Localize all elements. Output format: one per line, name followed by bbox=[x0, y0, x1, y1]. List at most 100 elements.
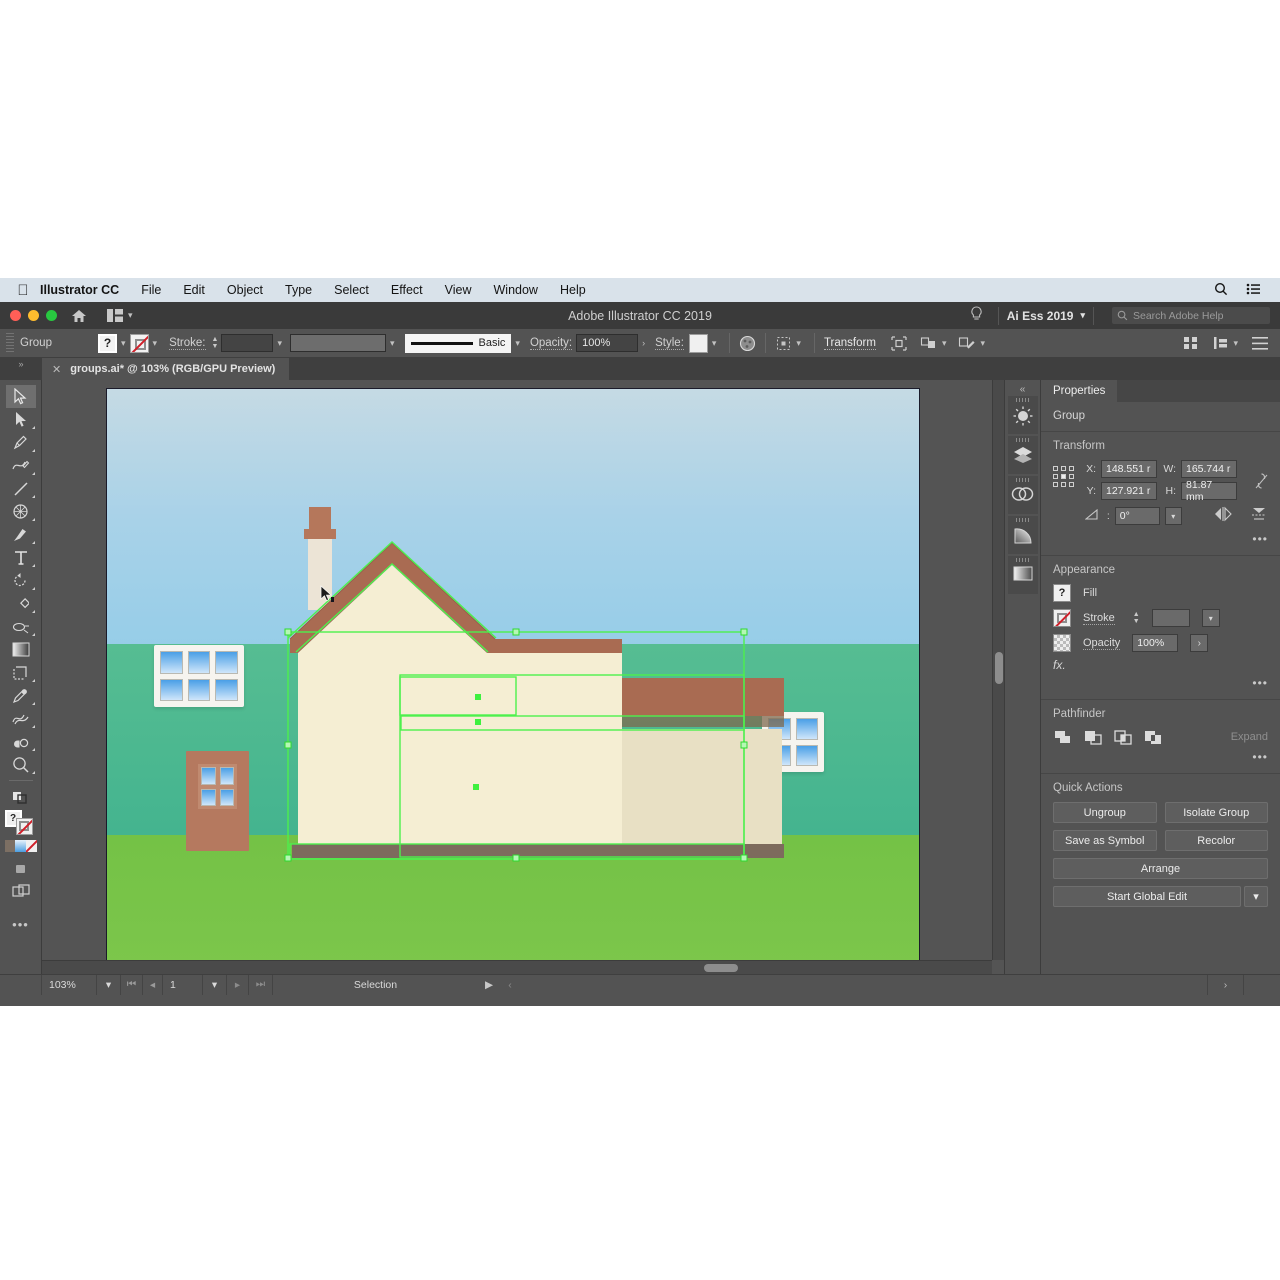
artboard-number-input[interactable]: 1 bbox=[163, 974, 203, 995]
appearance-stroke-input[interactable] bbox=[1151, 609, 1190, 627]
intersect-icon[interactable] bbox=[1113, 728, 1133, 746]
properties-panel-icon[interactable] bbox=[1007, 396, 1038, 434]
zoom-level-input[interactable]: 103% bbox=[42, 974, 97, 995]
play-icon[interactable]: ▶ bbox=[478, 975, 500, 995]
selection-tool[interactable] bbox=[5, 385, 36, 408]
lightbulb-icon[interactable] bbox=[964, 306, 990, 325]
blend-tool[interactable] bbox=[6, 707, 36, 730]
transform-panel-button[interactable]: Transform bbox=[823, 337, 876, 350]
color-icon[interactable] bbox=[4, 840, 16, 852]
artboard-house-illustration[interactable] bbox=[106, 388, 920, 960]
type-tool[interactable] bbox=[6, 546, 36, 569]
stroke-variable-width-field[interactable] bbox=[289, 334, 386, 352]
swatches-panel-icon[interactable] bbox=[1007, 556, 1038, 594]
reference-point-selector[interactable] bbox=[1053, 466, 1074, 487]
close-icon[interactable]: ✕ bbox=[52, 363, 61, 376]
align-objects-icon[interactable] bbox=[1183, 335, 1199, 351]
eyedropper-tool[interactable] bbox=[6, 684, 36, 707]
zoom-chevron-down-icon[interactable]: ▾ bbox=[97, 974, 121, 995]
help-search-field[interactable]: Search Adobe Help bbox=[1112, 307, 1270, 324]
exclude-icon[interactable] bbox=[1143, 728, 1163, 746]
x-input[interactable]: 148.551 r bbox=[1101, 460, 1157, 478]
distribute-objects-icon[interactable] bbox=[1213, 335, 1229, 351]
menu-select[interactable]: Select bbox=[323, 283, 380, 297]
unite-icon[interactable] bbox=[1053, 728, 1073, 746]
transform-more-options-icon[interactable]: ••• bbox=[1053, 532, 1268, 546]
menu-object[interactable]: Object bbox=[216, 283, 274, 297]
stroke-weight-stepper[interactable]: ▲ ▼ bbox=[1133, 611, 1140, 625]
opacity-input[interactable]: 100% bbox=[576, 334, 639, 352]
stroke-chevron-down-icon[interactable]: ▾ bbox=[149, 338, 162, 349]
arrange-button[interactable]: Arrange bbox=[1053, 858, 1268, 879]
more-options-icon[interactable]: ••• bbox=[6, 913, 36, 936]
document-tab[interactable]: ✕ groups.ai* @ 103% (RGB/GPU Preview) bbox=[42, 358, 290, 380]
screen-mode-icon[interactable] bbox=[6, 880, 36, 903]
isolate-group-button[interactable]: Isolate Group bbox=[1164, 802, 1268, 823]
isolate-selected-object-icon[interactable] bbox=[890, 335, 908, 352]
appearance-stroke-label[interactable]: Stroke bbox=[1083, 612, 1115, 625]
shaper-tool[interactable] bbox=[6, 500, 36, 523]
menu-effect[interactable]: Effect bbox=[380, 283, 434, 297]
stroke-weight-chevron-down-icon[interactable]: ▾ bbox=[273, 338, 286, 349]
control-center-icon[interactable] bbox=[1237, 283, 1270, 298]
flip-vertical-icon[interactable] bbox=[1250, 505, 1268, 527]
menu-edit[interactable]: Edit bbox=[172, 283, 216, 297]
style-label[interactable]: Style: bbox=[655, 337, 684, 350]
stroke-swatch-button[interactable] bbox=[129, 333, 149, 353]
scale-tool[interactable] bbox=[6, 592, 36, 615]
select-similar-icon[interactable] bbox=[775, 335, 792, 352]
gradient-icon[interactable] bbox=[15, 840, 26, 852]
angle-input[interactable]: 0° bbox=[1114, 507, 1160, 525]
ref-ml[interactable] bbox=[1053, 474, 1058, 479]
paintbrush-tool[interactable] bbox=[6, 523, 36, 546]
recolor-button[interactable]: Recolor bbox=[1164, 830, 1268, 851]
layers-panel-icon[interactable] bbox=[1007, 436, 1038, 474]
horizontal-scroll-thumb[interactable] bbox=[704, 964, 738, 972]
ref-br[interactable] bbox=[1069, 482, 1074, 487]
close-window-button[interactable] bbox=[10, 310, 21, 321]
pen-tool[interactable] bbox=[6, 431, 36, 454]
flip-horizontal-icon[interactable] bbox=[1213, 506, 1233, 527]
fill-swatch-button[interactable]: ? bbox=[98, 333, 117, 353]
stroke-swatch-none[interactable] bbox=[15, 818, 33, 835]
last-artboard-icon[interactable]: ⏭ bbox=[249, 974, 273, 995]
angle-chevron-down-icon[interactable]: ▾ bbox=[1164, 507, 1183, 525]
direct-selection-tool[interactable] bbox=[6, 408, 36, 431]
style-chevron-down-icon[interactable]: ▾ bbox=[708, 338, 721, 349]
line-segment-tool[interactable] bbox=[6, 477, 36, 500]
width-tool[interactable] bbox=[6, 615, 36, 638]
free-transform-tool[interactable] bbox=[6, 638, 36, 661]
distribute-chevron-down-icon[interactable]: ▾ bbox=[1229, 338, 1242, 349]
menu-help[interactable]: Help bbox=[549, 283, 597, 297]
arrange-documents-icon[interactable]: ▾ bbox=[107, 309, 133, 322]
h-input[interactable]: 81.87 mm bbox=[1181, 479, 1237, 503]
select-similar-chevron-down-icon[interactable]: ▾ bbox=[792, 338, 805, 349]
ref-bc[interactable] bbox=[1061, 482, 1066, 487]
opacity-expand-icon[interactable]: › bbox=[638, 338, 649, 348]
fill-chevron-down-icon[interactable]: ▾ bbox=[117, 338, 130, 349]
stroke-profile-preview[interactable]: Basic bbox=[404, 333, 512, 353]
prev-artboard-icon[interactable]: ◂ bbox=[143, 974, 163, 995]
recolor-artwork-icon[interactable] bbox=[739, 335, 756, 352]
vertical-scroll-thumb[interactable] bbox=[995, 652, 1003, 684]
opacity-expand-icon[interactable]: › bbox=[1190, 634, 1209, 652]
ref-tc[interactable] bbox=[1061, 466, 1066, 471]
ref-tl[interactable] bbox=[1053, 466, 1058, 471]
appearance-more-options-icon[interactable]: ••• bbox=[1053, 676, 1268, 690]
y-input[interactable]: 127.921 r bbox=[1101, 482, 1157, 500]
curvature-tool[interactable] bbox=[6, 454, 36, 477]
ref-mr[interactable] bbox=[1069, 474, 1074, 479]
minus-front-icon[interactable] bbox=[1083, 728, 1103, 746]
ref-mc[interactable] bbox=[1061, 474, 1066, 479]
start-global-edit-button[interactable]: Start Global Edit bbox=[1053, 886, 1241, 907]
stroke-weight-label[interactable]: Stroke: bbox=[169, 337, 206, 350]
menu-file[interactable]: File bbox=[130, 283, 172, 297]
appearance-opacity-label[interactable]: Opacity bbox=[1083, 637, 1121, 650]
next-artboard-icon[interactable]: ▸ bbox=[227, 974, 249, 995]
symbol-sprayer-tool[interactable] bbox=[6, 730, 36, 753]
mask-icon[interactable] bbox=[920, 335, 938, 352]
global-edit-chevron-down-icon[interactable]: ▾ bbox=[1244, 886, 1268, 907]
minimize-window-button[interactable] bbox=[28, 310, 39, 321]
none-icon[interactable] bbox=[25, 840, 37, 852]
apple-icon[interactable]:  bbox=[10, 283, 36, 298]
